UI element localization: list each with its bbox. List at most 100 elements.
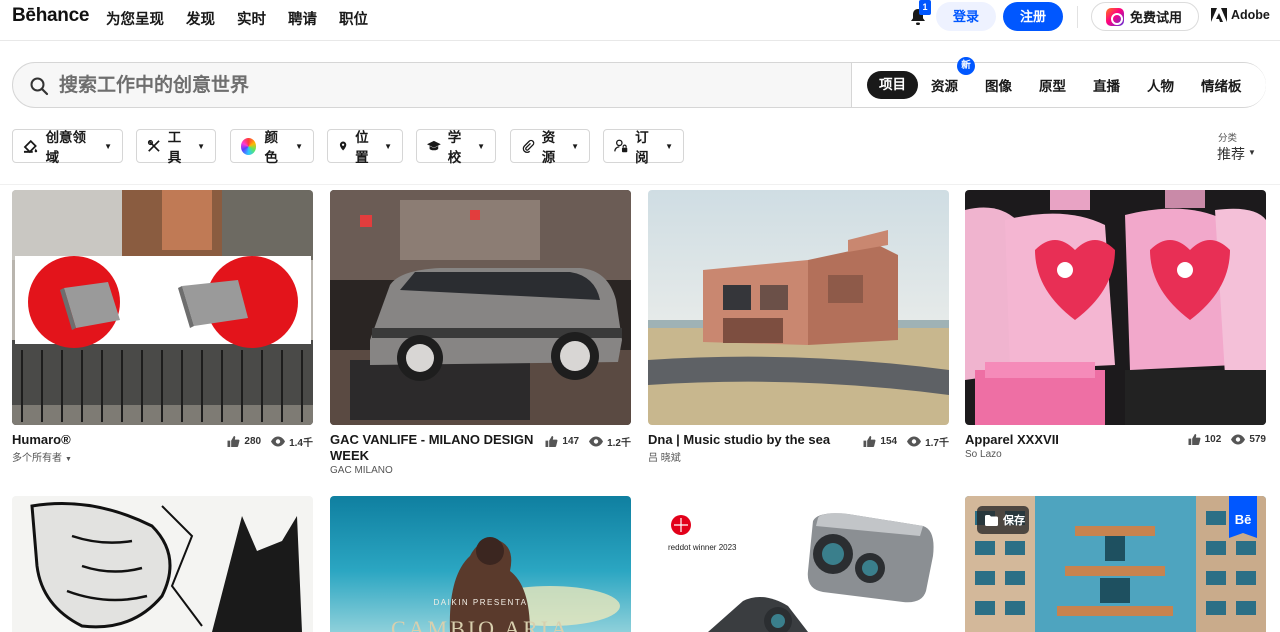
top-navigation: Bēhance 为您呈现 发现 实时 聘请 职位 1 登录 注册 免费试用 Ad… bbox=[0, 0, 1280, 41]
signup-button[interactable]: 注册 bbox=[1003, 2, 1063, 31]
rangefinder-image bbox=[708, 513, 934, 632]
filter-label: 颜色 bbox=[264, 130, 278, 165]
tab-moodboards[interactable]: 情绪板 bbox=[1201, 75, 1242, 95]
chevron-down-icon: ▼ bbox=[295, 141, 303, 151]
project-title[interactable]: Humaro® bbox=[12, 432, 71, 448]
nav-link-for-you[interactable]: 为您呈现 bbox=[106, 8, 164, 29]
project-title[interactable]: Apparel XXXVII bbox=[965, 432, 1059, 448]
chevron-down-icon: ▼ bbox=[571, 141, 579, 151]
billboard-image bbox=[12, 190, 313, 425]
building-image bbox=[648, 190, 949, 425]
poster-title: CAMBIO ARIA bbox=[390, 616, 571, 632]
main-nav: 为您呈现 发现 实时 聘请 职位 bbox=[106, 8, 390, 29]
behance-logo[interactable]: Bēhance bbox=[12, 5, 89, 27]
save-button[interactable]: 保存 bbox=[977, 506, 1029, 534]
project-card[interactable] bbox=[12, 496, 313, 632]
project-owner[interactable]: 多个所有者 ▼ bbox=[12, 449, 72, 464]
chevron-down-icon: ▼ bbox=[197, 141, 205, 151]
creative-cloud-icon bbox=[1106, 7, 1124, 26]
adobe-label: Adobe bbox=[1231, 8, 1270, 22]
filter-label: 工具 bbox=[167, 130, 182, 165]
project-owner[interactable]: 吕 晓斌 bbox=[648, 449, 681, 464]
tab-images[interactable]: 图像 bbox=[985, 75, 1012, 95]
project-card[interactable]: Humaro® 多个所有者 ▼ 280 1.4千 bbox=[12, 190, 313, 464]
tab-people[interactable]: 人物 bbox=[1147, 75, 1174, 95]
project-thumbnail[interactable]: reddot winner 2023 bbox=[648, 496, 949, 632]
behance-featured-badge[interactable]: Bē bbox=[1229, 496, 1257, 538]
chevron-down-icon: ▼ bbox=[384, 141, 392, 151]
nav-link-hire[interactable]: 聘请 bbox=[288, 8, 317, 29]
folder-icon bbox=[985, 514, 998, 526]
nav-divider bbox=[1077, 6, 1078, 28]
nav-link-jobs[interactable]: 职位 bbox=[339, 8, 368, 29]
search-bar: 项目 资源 新 图像 原型 直播 人物 情绪板 bbox=[12, 57, 1266, 108]
project-card[interactable]: reddot winner 2023 bbox=[648, 496, 949, 632]
free-trial-label: 免费试用 bbox=[1130, 10, 1183, 25]
filter-label: 订阅 bbox=[635, 130, 649, 165]
project-thumbnail[interactable] bbox=[648, 190, 949, 425]
nav-link-discover[interactable]: 发现 bbox=[186, 8, 215, 29]
filter-assets[interactable]: 资源 ▼ bbox=[510, 129, 590, 165]
graduation-cap-icon bbox=[427, 140, 441, 151]
chevron-down-icon: ▼ bbox=[65, 456, 72, 463]
likes-count: 154 bbox=[880, 436, 898, 447]
project-card[interactable]: GAC VANLIFE - MILANO DESIGN WEEK GAC MIL… bbox=[330, 190, 631, 476]
adobe-link[interactable]: Adobe bbox=[1211, 8, 1270, 22]
project-thumbnail[interactable] bbox=[965, 190, 1266, 425]
sort-dropdown[interactable]: 推荐 bbox=[1217, 144, 1245, 164]
tab-livestreams[interactable]: 直播 bbox=[1093, 75, 1120, 95]
likes-count: 102 bbox=[1204, 434, 1222, 445]
filter-subscription[interactable]: 订阅 ▼ bbox=[603, 129, 684, 165]
chevron-down-icon: ▼ bbox=[104, 141, 112, 151]
location-pin-icon bbox=[339, 141, 347, 151]
illustration-image bbox=[12, 496, 313, 632]
project-card[interactable]: 保存 Bē bbox=[965, 496, 1266, 632]
tab-assets[interactable]: 资源 bbox=[931, 75, 958, 95]
chevron-down-icon[interactable]: ▼ bbox=[1248, 148, 1256, 157]
project-card[interactable]: Apparel XXXVII So Lazo 102 579 bbox=[965, 190, 1266, 460]
thumbs-up-icon bbox=[545, 436, 558, 447]
eye-icon bbox=[907, 436, 922, 447]
eye-icon bbox=[1231, 434, 1246, 445]
search-icon bbox=[30, 77, 49, 96]
apparel-image bbox=[965, 190, 1266, 425]
filter-school[interactable]: 学校 ▼ bbox=[416, 129, 496, 165]
filter-tools[interactable]: 工具 ▼ bbox=[136, 129, 216, 165]
thumbs-up-icon bbox=[227, 436, 240, 447]
tab-projects[interactable]: 项目 bbox=[867, 71, 918, 99]
owner-label: 多个所有者 bbox=[12, 453, 62, 464]
project-thumbnail[interactable]: DAIKIN PRESENTA CAMBIO ARIA bbox=[330, 496, 631, 632]
views-count: 1.4千 bbox=[289, 438, 313, 449]
project-title[interactable]: Dna | Music studio by the sea bbox=[648, 432, 830, 448]
sort-label: 分类 bbox=[1218, 133, 1238, 144]
tab-prototypes[interactable]: 原型 bbox=[1039, 75, 1066, 95]
project-title[interactable]: GAC VANLIFE - MILANO DESIGN WEEK bbox=[330, 432, 545, 464]
project-stats: 102 579 bbox=[1187, 434, 1266, 445]
eye-icon bbox=[589, 436, 604, 447]
login-button[interactable]: 登录 bbox=[936, 2, 996, 31]
nav-link-livestreams[interactable]: 实时 bbox=[237, 8, 266, 29]
filter-location[interactable]: 位置 ▼ bbox=[327, 129, 403, 165]
filter-creative-fields[interactable]: 创意领域 ▼ bbox=[12, 129, 123, 165]
likes-count: 280 bbox=[244, 436, 262, 447]
thumbs-up-icon bbox=[1188, 434, 1201, 445]
project-card[interactable]: DAIKIN PRESENTA CAMBIO ARIA bbox=[330, 496, 631, 632]
chevron-down-icon: ▼ bbox=[477, 141, 485, 151]
adobe-logo-icon bbox=[1211, 8, 1227, 22]
filter-color[interactable]: 颜色 ▼ bbox=[230, 129, 314, 165]
project-card[interactable]: Dna | Music studio by the sea 吕 晓斌 154 1… bbox=[648, 190, 949, 464]
project-thumbnail[interactable]: 保存 Bē bbox=[965, 496, 1266, 632]
project-owner[interactable]: So Lazo bbox=[965, 449, 1002, 460]
search-input[interactable] bbox=[59, 73, 839, 99]
project-owner[interactable]: GAC MILANO bbox=[330, 465, 393, 476]
paint-bucket-icon bbox=[23, 139, 38, 154]
likes-count: 147 bbox=[562, 436, 580, 447]
project-stats: 154 1.7千 bbox=[862, 434, 949, 449]
project-stats: 280 1.4千 bbox=[226, 434, 313, 449]
tools-icon bbox=[147, 140, 160, 152]
project-thumbnail[interactable] bbox=[12, 496, 313, 632]
project-thumbnail[interactable] bbox=[12, 190, 313, 425]
free-trial-button[interactable]: 免费试用 bbox=[1091, 2, 1199, 31]
project-thumbnail[interactable] bbox=[330, 190, 631, 425]
new-badge: 新 bbox=[957, 57, 975, 75]
